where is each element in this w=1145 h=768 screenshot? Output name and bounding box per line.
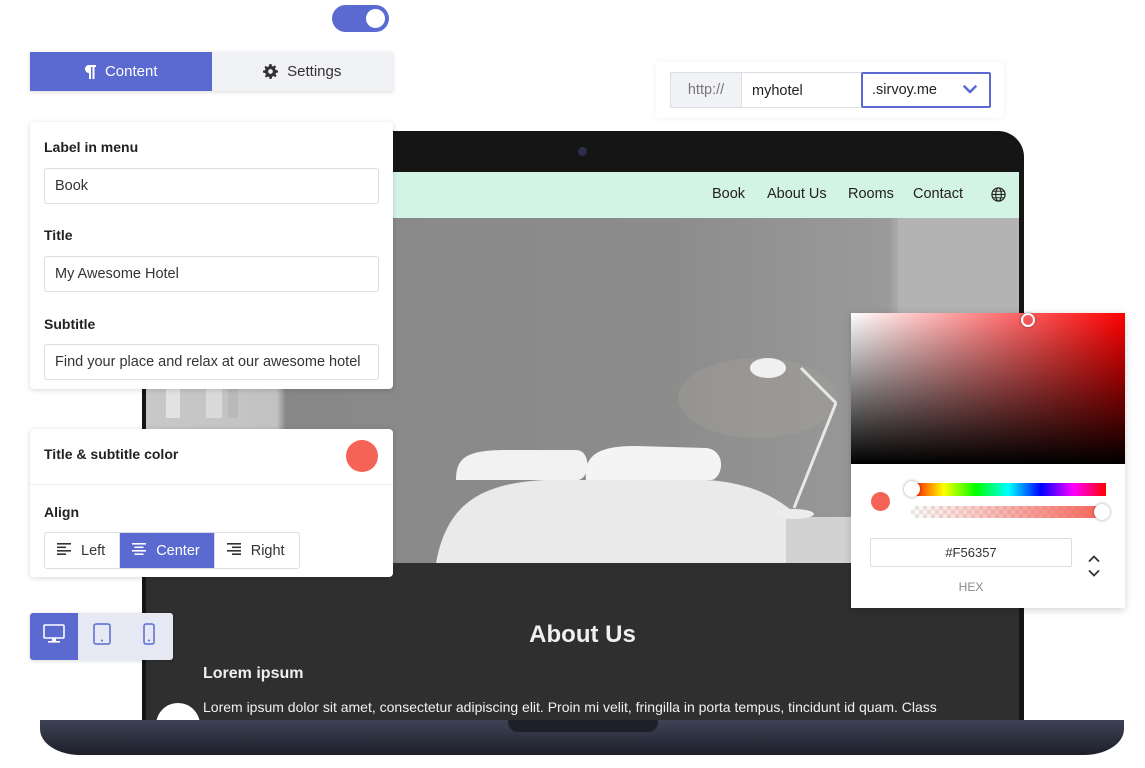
content-panel: Label in menu Book Title My Awesome Hote… bbox=[30, 122, 393, 389]
subtitle-label: Subtitle bbox=[44, 316, 96, 332]
tab-content[interactable]: Content bbox=[30, 52, 212, 91]
laptop-notch bbox=[508, 720, 658, 732]
lorem-paragraph: Lorem ipsum dolor sit amet, consectetur … bbox=[203, 699, 937, 715]
hue-handle[interactable] bbox=[904, 481, 920, 497]
align-center-icon bbox=[132, 542, 147, 559]
color-row: Title & subtitle color bbox=[30, 429, 393, 485]
hue-slider[interactable] bbox=[911, 483, 1106, 496]
color-swatch[interactable] bbox=[346, 440, 378, 472]
gear-icon bbox=[263, 64, 279, 79]
nav-rooms[interactable]: Rooms bbox=[848, 186, 894, 202]
align-center-button[interactable]: Center bbox=[120, 533, 215, 568]
title-label: Title bbox=[44, 227, 73, 243]
align-center-label: Center bbox=[156, 542, 200, 559]
desktop-view-button[interactable] bbox=[30, 613, 78, 660]
align-left-label: Left bbox=[81, 542, 106, 559]
domain-select[interactable]: .sirvoy.me bbox=[861, 72, 991, 108]
saturation-value-area[interactable] bbox=[851, 313, 1125, 464]
saturation-handle[interactable] bbox=[1021, 313, 1035, 327]
lorem-heading: Lorem ipsum bbox=[203, 665, 304, 682]
align-button-group: Left Center Right bbox=[44, 532, 300, 569]
toggle-switch[interactable] bbox=[332, 5, 389, 32]
url-protocol: http:// bbox=[670, 72, 742, 108]
tablet-view-button[interactable] bbox=[77, 613, 126, 660]
align-left-icon bbox=[57, 542, 71, 559]
camera-dot bbox=[578, 147, 587, 156]
hex-input[interactable]: #F56357 bbox=[870, 538, 1072, 567]
mobile-icon bbox=[143, 623, 155, 650]
align-left-button[interactable]: Left bbox=[45, 533, 121, 568]
chevron-up-down-icon[interactable] bbox=[1087, 553, 1101, 584]
about-title: About Us bbox=[529, 621, 636, 648]
tab-content-label: Content bbox=[104, 63, 158, 80]
tab-settings-label: Settings bbox=[287, 63, 342, 80]
nav-book[interactable]: Book bbox=[712, 186, 745, 202]
menu-label: Label in menu bbox=[44, 139, 139, 155]
alpha-slider[interactable] bbox=[911, 506, 1106, 518]
paragraph-icon bbox=[84, 64, 96, 79]
toggle-knob bbox=[366, 9, 385, 28]
align-right-button[interactable]: Right bbox=[214, 533, 299, 568]
editor-tabs: Content Settings bbox=[30, 52, 393, 91]
mobile-view-button[interactable] bbox=[125, 613, 173, 660]
url-builder: http:// myhotel .sirvoy.me bbox=[656, 62, 1004, 118]
chevron-down-icon bbox=[963, 85, 977, 94]
alpha-handle[interactable] bbox=[1094, 504, 1110, 520]
tab-settings[interactable]: Settings bbox=[211, 52, 393, 91]
align-label: Align bbox=[44, 504, 79, 520]
title-input[interactable]: My Awesome Hotel bbox=[44, 256, 379, 292]
subtitle-input[interactable]: Find your place and relax at our awesome… bbox=[44, 344, 379, 380]
align-right-icon bbox=[226, 542, 241, 559]
subdomain-input[interactable]: myhotel bbox=[742, 72, 862, 108]
globe-icon[interactable] bbox=[991, 187, 1006, 207]
style-panel: Title & subtitle color Align Left Center… bbox=[30, 429, 393, 577]
tablet-icon bbox=[92, 623, 111, 650]
picker-preview-swatch bbox=[871, 492, 890, 511]
nav-about-us[interactable]: About Us bbox=[767, 186, 827, 202]
menu-label-input[interactable]: Book bbox=[44, 168, 379, 204]
align-right-label: Right bbox=[250, 542, 285, 559]
nav-contact[interactable]: Contact bbox=[913, 186, 963, 202]
color-picker: #F56357 HEX bbox=[851, 313, 1125, 608]
desktop-icon bbox=[43, 624, 65, 649]
color-label: Title & subtitle color bbox=[44, 446, 179, 462]
device-switcher bbox=[30, 613, 173, 660]
laptop-base bbox=[40, 720, 1124, 755]
hex-mode-label: HEX bbox=[958, 580, 984, 594]
domain-select-value: .sirvoy.me bbox=[872, 82, 937, 98]
